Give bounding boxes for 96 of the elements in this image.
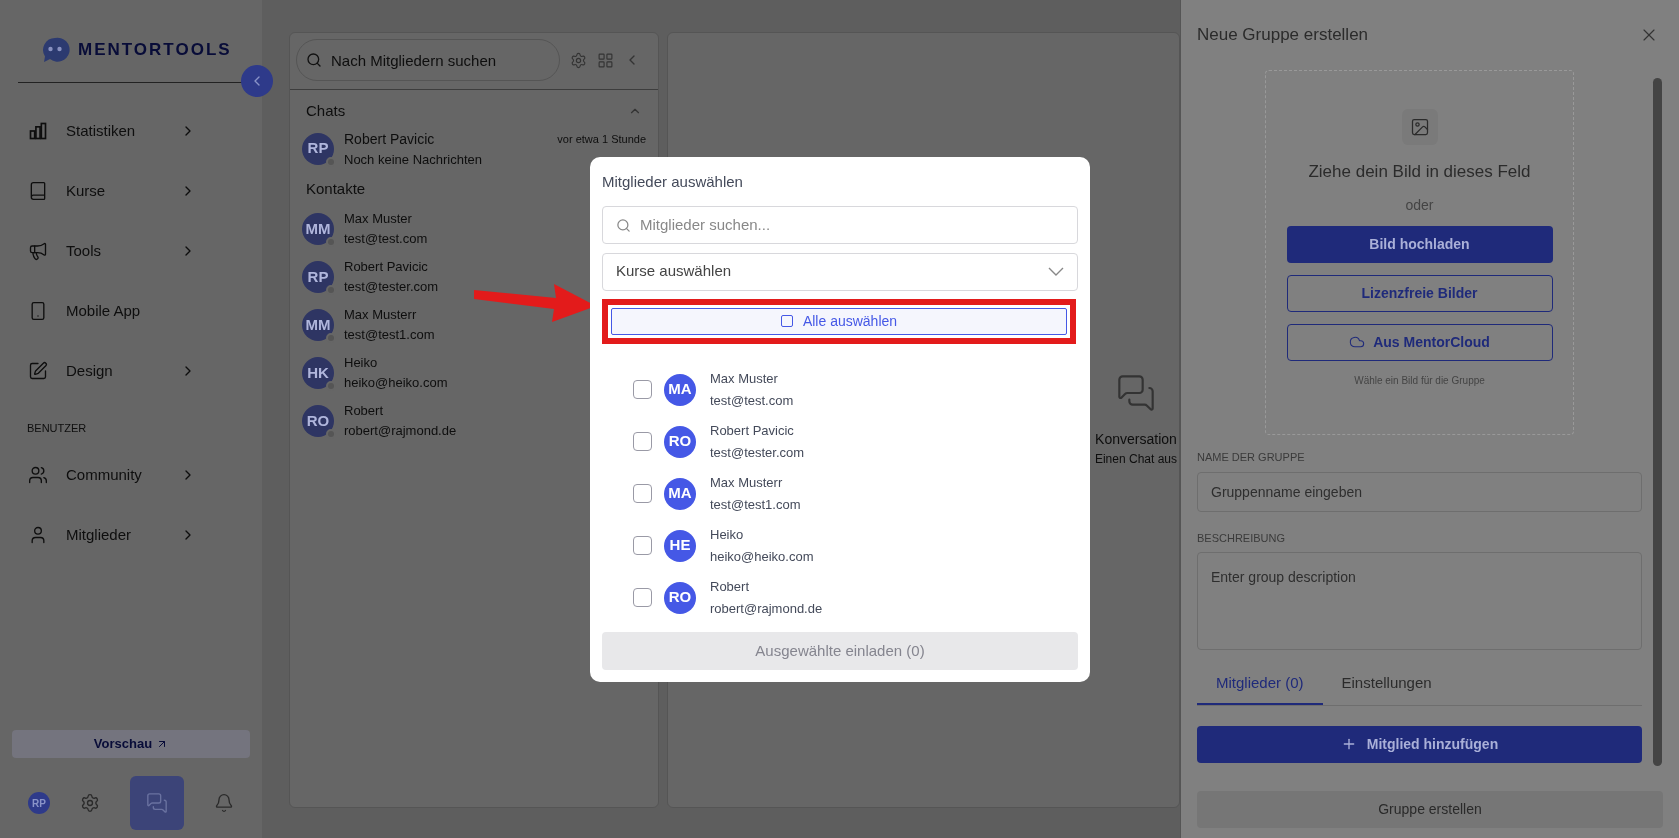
field-label: BESCHREIBUNG (1197, 530, 1287, 546)
dialog-title: Mitglieder auswählen (602, 172, 744, 192)
chat-icon (146, 792, 168, 814)
member-row[interactable]: RO Robert robert@rajmond.de (602, 571, 1078, 624)
preview-button[interactable]: Vorschau (12, 730, 250, 758)
logo-text: MENTORTOOLS (78, 39, 232, 62)
nav-item[interactable]: Tools (0, 223, 262, 279)
nav-item[interactable]: Kurse (0, 163, 262, 219)
member-search-field[interactable]: Mitglieder suchen... (602, 205, 1078, 244)
checkbox[interactable] (633, 536, 652, 555)
avatar: RO (664, 425, 696, 458)
avatar: HE (664, 529, 696, 562)
avatar: HK (302, 357, 334, 389)
contact-name: Max Musterr (344, 306, 418, 324)
upload-button[interactable]: Bild hochladen (1286, 225, 1553, 263)
avatar: RO (664, 581, 696, 614)
collapse-button[interactable] (241, 65, 273, 97)
chat-button[interactable] (130, 776, 184, 830)
course-select[interactable]: Kurse auswählen (602, 252, 1078, 291)
cloud-icon (1349, 334, 1366, 350)
member-name: Robert Pavicic (710, 421, 795, 440)
section-heading: Chats (306, 101, 346, 121)
nav-item[interactable]: Mobile App (0, 283, 262, 339)
chat-time: vor etwa 1 Stunde (557, 131, 646, 147)
contact-name: Robert (344, 402, 385, 420)
member-name: Max Muster (710, 369, 779, 388)
avatar: RP (302, 261, 334, 293)
cloud-button[interactable]: Aus MentorCloud (1286, 323, 1553, 361)
free-images-button[interactable]: Lizenzfreie Bilder (1286, 274, 1553, 312)
contact-email: test@tester.com (344, 277, 439, 296)
member-name: Robert (710, 577, 751, 596)
nav-item[interactable]: Statistiken (0, 103, 262, 159)
conversation-icon (1115, 372, 1156, 413)
chat-name: Robert Pavicic (344, 129, 436, 149)
scrollbar-icon[interactable] (1653, 78, 1662, 766)
description-field[interactable]: Enter group description (1197, 552, 1642, 650)
grid-icon[interactable] (597, 51, 614, 69)
avatar: RO (302, 405, 334, 437)
search-field[interactable]: Nach Mitgliedern suchen (296, 39, 560, 81)
member-row[interactable]: HE Heiko heiko@heiko.com (602, 519, 1078, 572)
bell-icon[interactable] (214, 793, 234, 813)
user-avatar[interactable]: RP (28, 792, 50, 814)
logo-icon (40, 35, 70, 65)
search-icon (306, 52, 322, 68)
image-icon (1409, 117, 1430, 137)
checkbox[interactable] (633, 432, 652, 451)
conversation-title: Konversation (1095, 429, 1177, 449)
member-email: test@tester.com (710, 444, 805, 462)
avatar: MA (664, 477, 696, 510)
member-name: Heiko (710, 525, 745, 544)
contact-name: Max Muster (344, 210, 413, 228)
chat-preview: Noch keine Nachrichten (344, 150, 484, 169)
tab[interactable]: Mitglieder (0) (1197, 672, 1323, 705)
or-text: oder (1405, 195, 1434, 215)
avatar: RP (302, 132, 334, 165)
nav-icon (28, 241, 48, 261)
settings-icon[interactable] (80, 793, 100, 813)
checkbox[interactable] (633, 484, 652, 503)
contact-email: test@test.com (344, 229, 428, 248)
member-name: Max Musterr (710, 473, 784, 492)
chat-item[interactable]: RP Robert Pavicic Noch keine Nachrichten vor etwa 1 Stunde (290, 122, 658, 169)
dropzone-text: Ziehe dein Bild in dieses Feld (1308, 161, 1531, 183)
member-email: test@test1.com (710, 496, 801, 514)
panel-title: Neue Gruppe erstellen (1197, 24, 1369, 47)
contact-name: Robert Pavicic (344, 258, 429, 276)
chevron-down-icon (1048, 267, 1064, 276)
nav-item[interactable]: Design (0, 343, 262, 399)
group-name-field[interactable]: Gruppenname eingeben (1197, 471, 1642, 512)
field-label: NAME DER GRUPPE (1197, 450, 1306, 465)
contact-name: Heiko (344, 354, 379, 372)
settings-icon[interactable] (570, 51, 587, 69)
nav-item[interactable]: Community (0, 447, 262, 503)
nav-item[interactable]: Mitglieder (0, 507, 262, 563)
member-email: test@test.com (710, 392, 794, 410)
nav-icon (28, 181, 48, 201)
contact-email: heiko@heiko.com (344, 373, 448, 392)
conversation-subtitle: Einen Chat aus (1094, 450, 1177, 468)
section-label: BENUTZER (27, 422, 87, 434)
checkbox[interactable] (633, 380, 652, 399)
avatar: MM (302, 213, 334, 245)
avatar: MM (302, 309, 334, 341)
contact-email: robert@rajmond.de (344, 421, 457, 440)
tab[interactable]: Einstellungen (1322, 672, 1451, 705)
section-heading: Kontakte (306, 180, 366, 197)
contact-email: test@test1.com (344, 325, 435, 344)
avatar: MA (664, 373, 696, 406)
nav-icon (28, 121, 48, 141)
search-icon (616, 217, 631, 233)
select-all-button[interactable]: Alle auswählen (611, 307, 1067, 335)
nav-icon (28, 465, 48, 485)
checkbox[interactable] (633, 588, 652, 607)
member-email: robert@rajmond.de (710, 600, 823, 618)
add-member-button[interactable]: Mitglied hinzufügen (1197, 725, 1642, 763)
member-email: heiko@heiko.com (710, 548, 814, 566)
nav-icon (28, 361, 48, 381)
member-row[interactable]: MA Max Musterr test@test1.com (602, 467, 1078, 520)
